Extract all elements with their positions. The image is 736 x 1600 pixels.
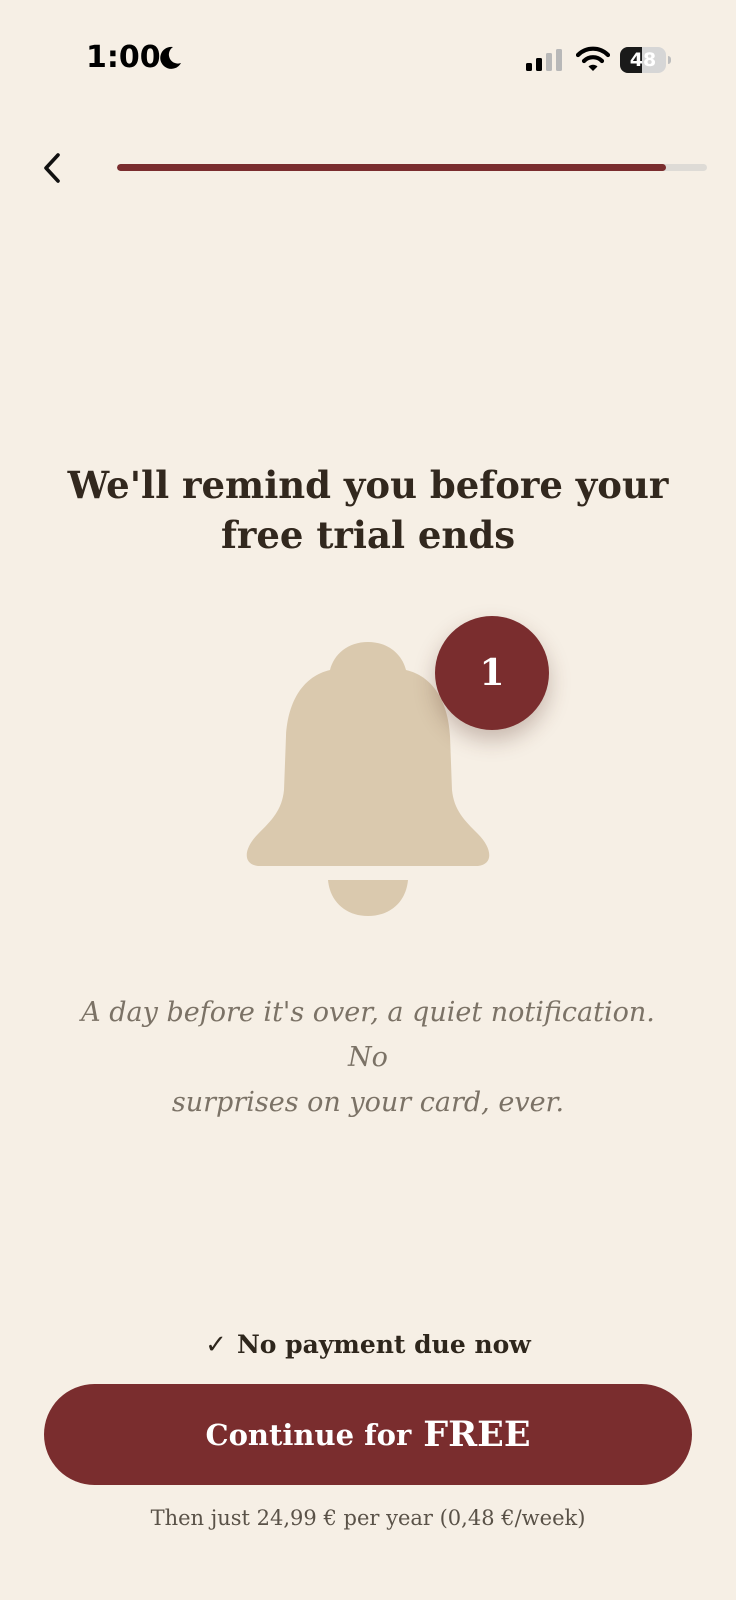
no-payment-label: No payment due now: [236, 1330, 531, 1359]
page-title: We'll remind you before your free trial …: [48, 460, 688, 560]
back-button[interactable]: [30, 144, 74, 192]
description-line-1: A day before it's over, a quiet notifica…: [81, 997, 655, 1073]
battery-body: 48: [620, 47, 666, 73]
battery-level: 48: [629, 49, 657, 71]
pricing-note: Then just 24,99 € per year (0,48 €/week): [150, 1506, 586, 1530]
signal-icon: [526, 49, 562, 71]
continue-free-button[interactable]: Continue for FREE: [44, 1384, 692, 1485]
onboarding-progress-fill: [117, 164, 666, 171]
status-time: 1:00: [86, 40, 161, 75]
wifi-icon: [576, 46, 610, 71]
description-text: A day before it's over, a quiet notifica…: [60, 990, 676, 1125]
notification-badge: 1: [435, 616, 549, 730]
no-payment-note: ✓ No payment due now: [0, 1330, 736, 1360]
chevron-left-icon: [44, 153, 60, 183]
check-icon: ✓: [205, 1330, 227, 1360]
onboarding-progress-bar: [117, 164, 707, 171]
battery-icon: 48: [620, 47, 672, 73]
continue-button-emphasis: FREE: [423, 1414, 531, 1455]
headline-line-1: We'll remind you before your: [67, 463, 669, 507]
description-line-2: surprises on your card, ever.: [171, 1087, 565, 1118]
headline-line-2: free trial ends: [220, 513, 516, 557]
battery-tip: [668, 56, 671, 64]
moon-icon: [160, 46, 181, 69]
continue-button-label: Continue for: [205, 1417, 412, 1452]
